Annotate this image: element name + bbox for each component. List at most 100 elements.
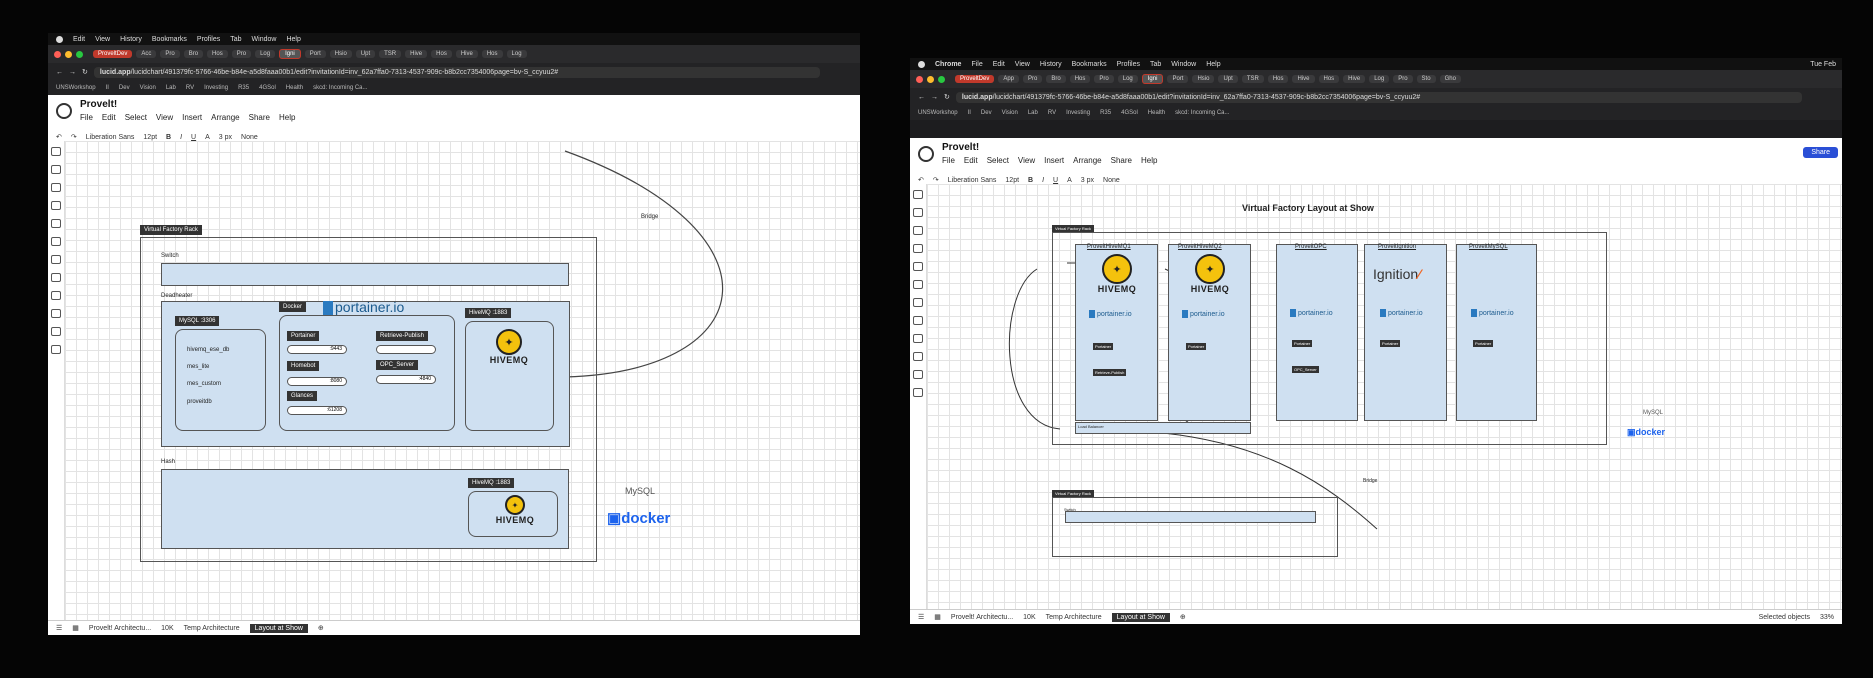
list-view-icon[interactable]: ☰ (918, 613, 924, 621)
vm-column[interactable] (1456, 244, 1537, 421)
bookmark[interactable]: skcd: Incoming Ca... (1175, 110, 1229, 116)
apple-icon[interactable] (918, 60, 925, 68)
shapes-icon[interactable] (913, 316, 923, 325)
bookmark[interactable]: Investing (204, 85, 228, 91)
page-tab[interactable]: 10K (1023, 614, 1035, 621)
vm-column[interactable] (1276, 244, 1358, 421)
browser-tab[interactable]: Bro (1046, 75, 1066, 83)
browser-tab[interactable]: Acc (136, 50, 157, 58)
app-menu-share[interactable]: Share (1111, 156, 1132, 165)
shapes-icon[interactable] (913, 298, 923, 307)
shapes-icon[interactable] (51, 165, 61, 174)
bookmark[interactable]: Lab (1028, 110, 1038, 116)
shapes-icon[interactable] (51, 309, 61, 318)
bookmark[interactable]: R35 (1100, 110, 1111, 116)
bookmark[interactable]: II (106, 85, 109, 91)
browser-tab[interactable]: Hos (1267, 75, 1289, 83)
virtual-factory-rack[interactable] (1052, 497, 1338, 557)
browser-tab[interactable]: Log (1369, 75, 1390, 83)
switch-box[interactable] (161, 263, 569, 286)
close-window-icon[interactable] (916, 75, 923, 83)
browser-tab[interactable]: Hive (455, 50, 478, 58)
bookmark[interactable]: Dev (119, 85, 130, 91)
close-window-icon[interactable] (54, 50, 61, 58)
shapes-icon[interactable] (51, 147, 61, 156)
bookmark[interactable]: Lab (166, 85, 176, 91)
app-menu-file[interactable]: File (942, 156, 955, 165)
bookmark[interactable]: UNSWorkshop (918, 110, 958, 116)
bookmark[interactable]: Health (1148, 110, 1165, 116)
shapes-icon[interactable] (913, 370, 923, 379)
app-menu-arrange[interactable]: Arrange (211, 113, 239, 122)
shapes-icon[interactable] (913, 388, 923, 397)
minimize-window-icon[interactable] (65, 50, 72, 58)
list-view-icon[interactable]: ☰ (56, 624, 62, 632)
page-tab[interactable]: Provelt! Architectu... (951, 614, 1013, 621)
menu-window[interactable]: Window (252, 36, 277, 43)
shapes-icon[interactable] (51, 219, 61, 228)
menu-view[interactable]: View (1015, 61, 1030, 68)
browser-tab[interactable]: App (998, 75, 1020, 83)
menu-window[interactable]: Window (1171, 61, 1196, 68)
browser-tab[interactable]: Pro (1393, 75, 1413, 83)
shapes-icon[interactable] (51, 237, 61, 246)
shapes-icon[interactable] (913, 190, 923, 199)
lucid-logo-icon[interactable] (918, 146, 934, 162)
underline-button[interactable]: U (1053, 177, 1058, 184)
app-menu-edit[interactable]: Edit (964, 156, 978, 165)
font-select[interactable]: Liberation Sans (86, 134, 135, 141)
shapes-icon[interactable] (51, 183, 61, 192)
undo-icon[interactable]: ↶ (56, 133, 62, 141)
undo-icon[interactable]: ↶ (918, 176, 924, 184)
share-button[interactable]: Share (1803, 147, 1838, 158)
menu-help[interactable]: Help (1206, 61, 1220, 68)
font-size-select[interactable]: 12pt (143, 134, 157, 141)
browser-tab[interactable]: Hive (405, 50, 428, 58)
diagram-canvas[interactable]: Virtual Factory Layout at Show Virtual F… (927, 184, 1842, 610)
browser-tab[interactable]: Pro (160, 50, 180, 58)
shapes-icon[interactable] (51, 201, 61, 210)
browser-tab[interactable]: TSR (1241, 75, 1264, 83)
stroke-width-select[interactable]: 3 px (219, 134, 232, 141)
app-menu-arrange[interactable]: Arrange (1073, 156, 1101, 165)
bookmark[interactable]: II (968, 110, 971, 116)
browser-tab[interactable]: Sto (1416, 75, 1436, 83)
reload-icon[interactable]: ↻ (944, 93, 950, 101)
diagram-canvas[interactable]: Bridge Virtual Factory Rack Switch Deadh… (65, 141, 860, 621)
app-menu-view[interactable]: View (1018, 156, 1035, 165)
browser-tab-active[interactable]: Igni (279, 49, 301, 59)
mysql-container[interactable] (175, 329, 266, 431)
menu-file[interactable]: File (971, 61, 982, 68)
shapes-icon[interactable] (913, 244, 923, 253)
browser-tab[interactable]: Upt (1218, 75, 1238, 83)
shapes-icon[interactable] (913, 280, 923, 289)
app-menu-select[interactable]: Select (125, 113, 147, 122)
text-color-button[interactable]: A (205, 134, 210, 141)
browser-tab[interactable]: Hive (1292, 75, 1315, 83)
browser-tab[interactable]: Hos (431, 50, 452, 58)
menu-view[interactable]: View (95, 36, 110, 43)
zoom-level[interactable]: 33% (1820, 614, 1834, 621)
app-menu-edit[interactable]: Edit (102, 113, 116, 122)
shapes-icon[interactable] (51, 345, 61, 354)
forward-icon[interactable]: → (69, 69, 76, 76)
grid-view-icon[interactable]: ▦ (934, 613, 941, 621)
bold-button[interactable]: B (166, 134, 171, 141)
browser-tab-active[interactable]: Igni (1141, 74, 1164, 84)
menu-tab[interactable]: Tab (230, 36, 241, 43)
document-title[interactable]: Provelt! (80, 99, 295, 110)
back-icon[interactable]: ← (56, 69, 63, 76)
shapes-icon[interactable] (913, 352, 923, 361)
bookmark[interactable]: skcd: Incoming Ca... (313, 85, 367, 91)
url-input[interactable]: lucid.app/lucidchart/491379fc-5766-46be-… (955, 91, 1802, 103)
menu-history[interactable]: History (120, 36, 142, 43)
menu-chrome[interactable]: Chrome (935, 61, 961, 68)
bookmark[interactable]: Investing (1066, 110, 1090, 116)
browser-tab[interactable]: Hos (1318, 75, 1340, 83)
menu-bookmarks[interactable]: Bookmarks (1072, 61, 1107, 68)
arrow-style-select[interactable]: None (241, 134, 258, 141)
add-page-icon[interactable]: ⊕ (318, 624, 324, 632)
shapes-icon[interactable] (51, 291, 61, 300)
arrow-style-select[interactable]: None (1103, 177, 1120, 184)
lucid-logo-icon[interactable] (56, 103, 72, 119)
